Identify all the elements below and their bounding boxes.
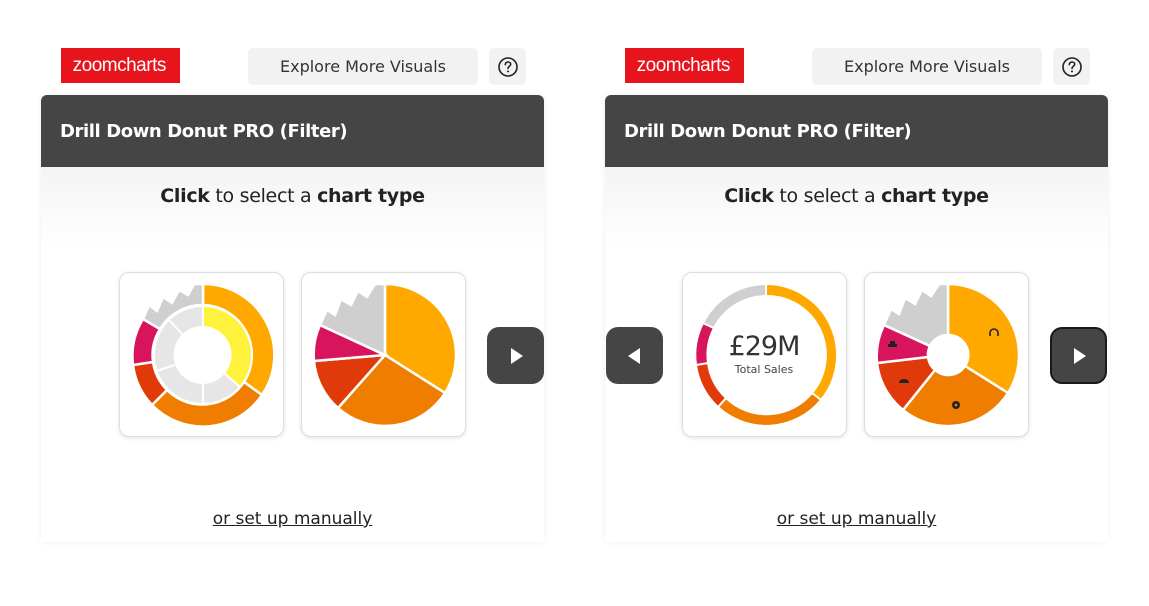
chart-type-tile-pie[interactable]	[301, 272, 466, 437]
chart-picker-panel-1: zoomcharts · Explore More Visuals Drill D…	[41, 40, 544, 542]
help-button[interactable]	[489, 48, 526, 85]
kpi-label: Total Sales	[734, 363, 794, 376]
visual-title: Drill Down Donut PRO (Filter)	[41, 95, 544, 167]
previous-arrow-icon	[627, 347, 640, 364]
prompt-area	[41, 167, 544, 247]
chart-picker-panel-2: zoomcharts · Explore More Visuals Drill D…	[605, 40, 1108, 542]
explore-more-visuals-label: Explore More Visuals	[844, 57, 1010, 76]
chart-type-tile-multi-level-donut[interactable]	[119, 272, 284, 437]
zoomcharts-logo: zoomcharts ·	[625, 48, 744, 83]
donut-with-icons-icon	[875, 282, 1021, 428]
chart-type-card: Drill Down Donut PRO (Filter) Click to s…	[605, 95, 1108, 542]
help-button[interactable]	[1053, 48, 1090, 85]
multi-level-donut-icon	[131, 282, 276, 428]
next-button[interactable]	[487, 327, 544, 384]
next-arrow-icon	[510, 347, 523, 364]
visual-title: Drill Down Donut PRO (Filter)	[605, 95, 1108, 167]
set-up-manually-link[interactable]: or set up manually	[605, 509, 1108, 529]
chart-type-card: Drill Down Donut PRO (Filter) Click to s…	[41, 95, 544, 542]
zoomcharts-logo: zoomcharts ·	[61, 48, 180, 83]
explore-more-visuals-button[interactable]: Explore More Visuals	[812, 48, 1042, 85]
question-circle-icon	[497, 56, 518, 77]
chart-type-tile-donut-kpi[interactable]: £29M Total Sales	[682, 272, 847, 437]
explore-more-visuals-label: Explore More Visuals	[280, 57, 446, 76]
kpi-value: £29M	[728, 331, 801, 362]
pie-chart-icon	[312, 282, 458, 428]
chart-type-tile-donut-with-icons[interactable]	[864, 272, 1029, 437]
next-button[interactable]	[1050, 327, 1107, 384]
explore-more-visuals-button[interactable]: Explore More Visuals	[248, 48, 478, 85]
question-circle-icon	[1061, 56, 1082, 77]
next-arrow-icon	[1073, 347, 1086, 364]
prompt-area	[605, 167, 1108, 247]
chart-type-prompt: Click to select a chart type	[724, 185, 989, 207]
previous-button[interactable]	[606, 327, 663, 384]
set-up-manually-link[interactable]: or set up manually	[41, 509, 544, 529]
chart-type-prompt: Click to select a chart type	[160, 185, 425, 207]
